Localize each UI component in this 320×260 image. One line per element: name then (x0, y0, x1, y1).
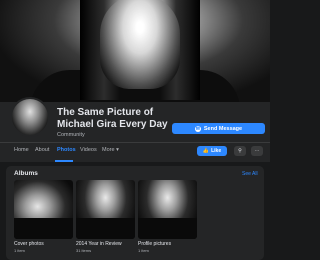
thumbnail-shadow (76, 218, 135, 239)
tab-more[interactable]: More ▾ (102, 147, 119, 153)
search-button[interactable]: ⚲ (234, 146, 246, 156)
tab-about[interactable]: About (35, 147, 49, 153)
caret-down-icon: ▾ (116, 147, 119, 153)
album-count: 1 item (14, 248, 25, 253)
tab-photos[interactable]: Photos (57, 147, 76, 153)
albums-heading: Albums (14, 170, 38, 177)
album-thumbnail-profile-pictures[interactable] (138, 180, 197, 239)
send-message-button[interactable]: ✉ Send Message (172, 123, 265, 134)
profile-picture[interactable] (10, 97, 50, 137)
album-name[interactable]: 2014 Year in Review (76, 241, 122, 247)
search-icon: ⚲ (238, 148, 242, 154)
thumbnail-shadow (138, 218, 197, 239)
active-tab-indicator (55, 160, 73, 162)
page-title: The Same Picture of Michael Gira Every D… (57, 107, 168, 130)
album-thumbnail-year-in-review[interactable] (76, 180, 135, 239)
tab-home[interactable]: Home (14, 147, 29, 153)
page-category[interactable]: Community (57, 132, 85, 138)
send-message-label: Send Message (203, 125, 243, 132)
messenger-icon: ✉ (194, 125, 201, 132)
cover-face (100, 0, 180, 89)
tab-videos[interactable]: Videos (80, 147, 97, 153)
tab-more-label: More (102, 147, 115, 153)
more-options-button[interactable]: ⋯ (251, 146, 263, 156)
cover-photo[interactable] (0, 0, 270, 102)
album-thumbnail-cover-photos[interactable] (14, 180, 73, 239)
like-label: Like (211, 148, 222, 154)
see-all-link[interactable]: See All (242, 171, 258, 177)
thumbs-up-icon: 👍 (202, 148, 210, 154)
ellipsis-icon: ⋯ (254, 148, 260, 154)
album-count: 31 items (76, 248, 92, 253)
album-count: 1 item (138, 248, 149, 253)
album-name[interactable]: Profile pictures (138, 241, 171, 247)
like-button[interactable]: 👍 Like (197, 146, 227, 156)
album-name[interactable]: Cover photos (14, 241, 44, 247)
thumbnail-shadow (14, 218, 73, 239)
